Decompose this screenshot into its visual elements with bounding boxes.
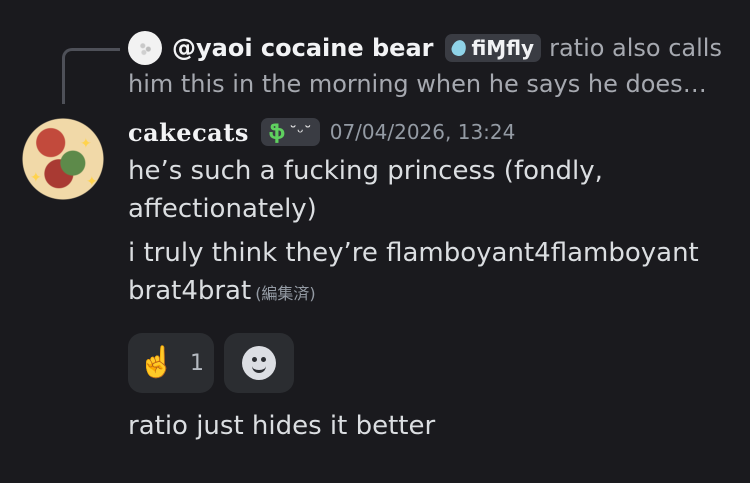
sparkle-icon: ✦ (80, 136, 92, 152)
reply-snippet-start: ratio also calls (549, 34, 722, 62)
tag-face: ˘ᵕ˘ (289, 122, 312, 142)
reply-connector (62, 48, 120, 104)
reply-username[interactable]: @yaoi cocaine bear (172, 30, 433, 66)
smiley-face-icon (242, 346, 276, 380)
avatar[interactable]: ✦ ✦ ✦ (22, 118, 104, 200)
pointing-up-emoji-icon: ☝️ (138, 345, 176, 380)
message-line: he’s such a fucking princess (fondly, af… (128, 156, 603, 224)
reply-user-tag: fiⱮfly (445, 34, 542, 62)
reaction-pointing-up[interactable]: ☝️ 1 (128, 333, 214, 393)
reply-user-tag-label: fiⱮfly (471, 36, 535, 60)
reply-avatar[interactable] (128, 31, 162, 65)
message-header: cakecats ֆ ˘ᵕ˘ 07/04/2026, 13:24 (128, 112, 728, 152)
edited-label: (編集済) (255, 284, 316, 303)
message: cakecats ֆ ˘ᵕ˘ 07/04/2026, 13:24 he’s su… (128, 112, 728, 445)
sparkle-icon: ✦ (86, 174, 98, 190)
message-line-text: i truly think they’re flamboyant4flamboy… (128, 238, 699, 306)
message-username[interactable]: cakecats (128, 118, 249, 147)
sparkle-icon: ✦ (30, 170, 42, 186)
drop-icon (450, 38, 469, 58)
reply-preview[interactable]: @yaoi cocaine bear fiⱮfly ratio also cal… (128, 30, 728, 102)
timestamp: 07/04/2026, 13:24 (329, 120, 516, 144)
reply-snippet-rest: him this in the morning when he says he … (128, 70, 718, 98)
reaction-count: 1 (190, 350, 204, 376)
tag-glyph-icon: ֆ (268, 120, 286, 144)
followup-message: ratio just hides it better (128, 411, 436, 441)
reactions-bar: ☝️ 1 (128, 333, 728, 393)
add-reaction-button[interactable] (224, 333, 294, 393)
user-tag: ֆ ˘ᵕ˘ (260, 118, 320, 146)
message-line-edited: i truly think they’re flamboyant4flamboy… (128, 234, 728, 313)
